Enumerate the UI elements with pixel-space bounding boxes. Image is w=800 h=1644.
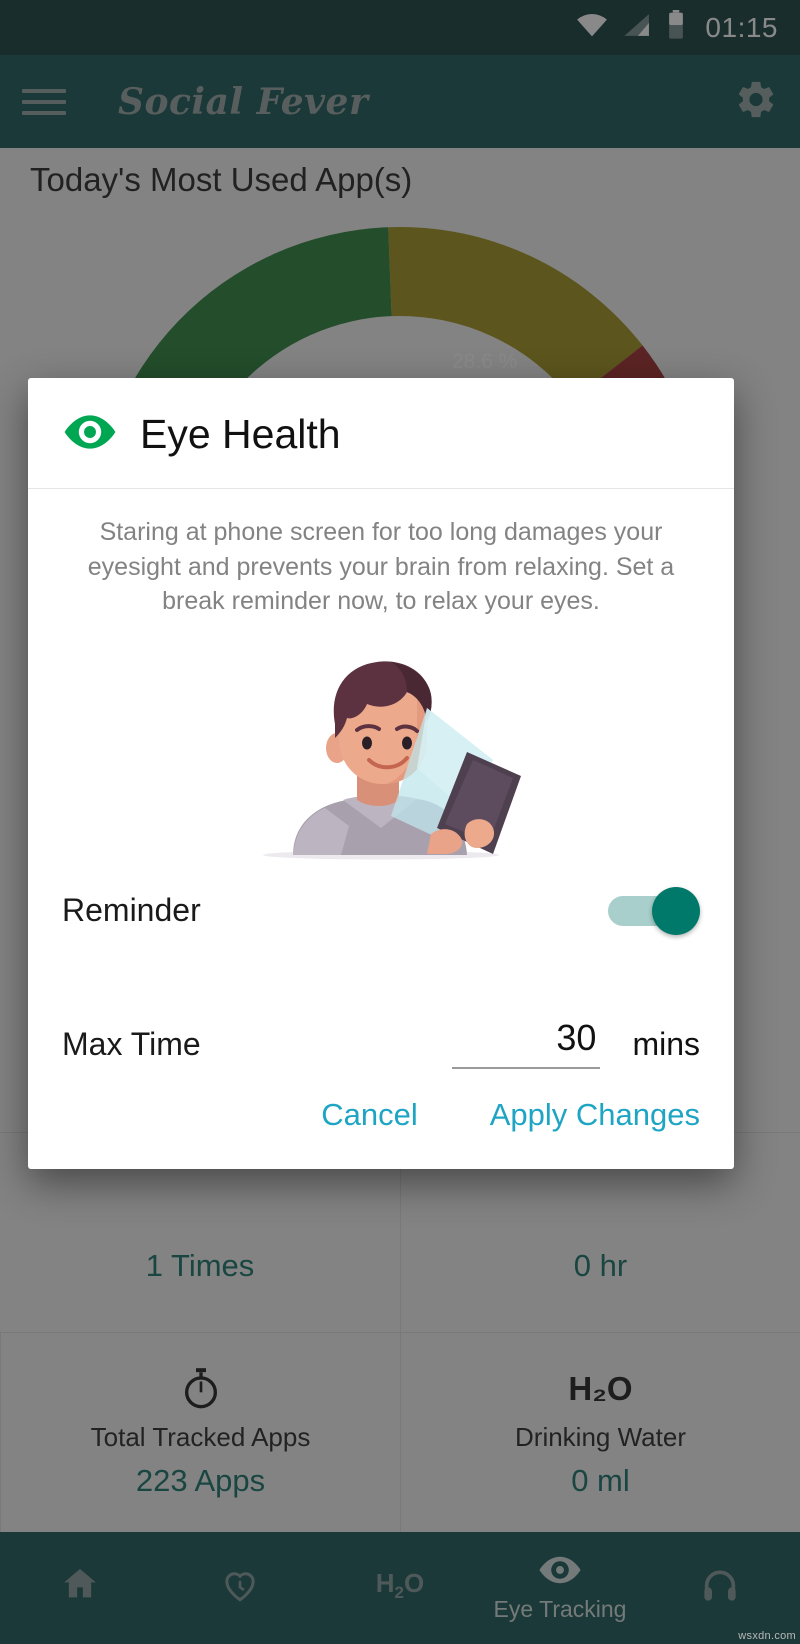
reminder-label: Reminder (62, 892, 201, 928)
dialog-actions: Cancel Apply Changes (28, 1069, 734, 1169)
cancel-button[interactable]: Cancel (311, 1091, 428, 1139)
dialog-description: Staring at phone screen for too long dam… (87, 518, 675, 615)
reminder-toggle[interactable] (608, 885, 700, 937)
toggle-thumb (652, 886, 700, 935)
watermark: wsxdn.com (738, 1630, 796, 1642)
max-time-label: Max Time (62, 1025, 201, 1062)
apply-changes-button[interactable]: Apply Changes (480, 1091, 710, 1139)
max-time-row: Max Time mins (28, 959, 734, 1069)
eye-health-dialog: Eye Health Staring at phone screen for t… (28, 378, 734, 1169)
dialog-title: Eye Health (140, 411, 341, 457)
max-time-input[interactable] (452, 1016, 601, 1069)
eye-icon (62, 412, 118, 457)
reminder-row: Reminder (28, 863, 734, 959)
boy-reading-tablet-illustration (28, 633, 734, 863)
dialog-header: Eye Health (28, 378, 734, 489)
max-time-unit: mins (632, 1025, 700, 1062)
